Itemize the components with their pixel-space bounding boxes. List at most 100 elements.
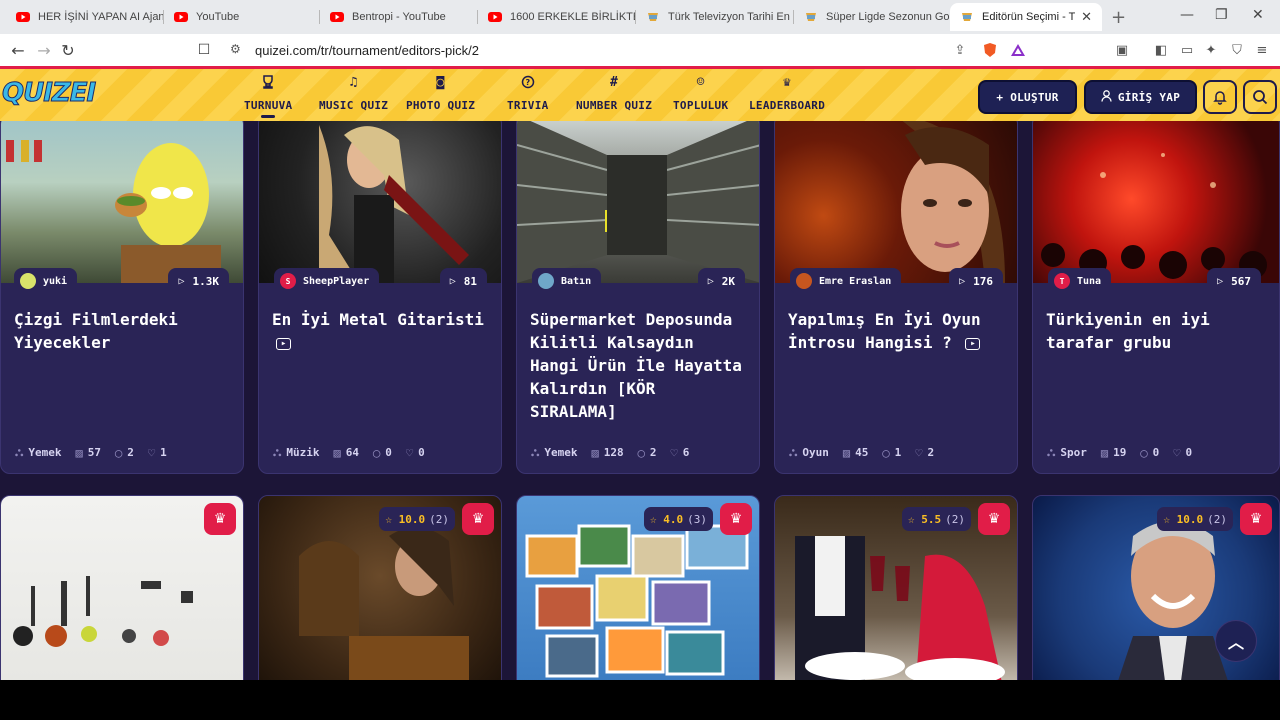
- author-pill[interactable]: Batın: [532, 268, 602, 294]
- reader-icon[interactable]: ▣: [1113, 41, 1131, 59]
- nav-trivia[interactable]: ? TRIVIA: [507, 75, 549, 112]
- site-logo[interactable]: QUIZEI: [1, 78, 96, 109]
- tab-title: Türk Televizyon Tarihi En İy: [668, 11, 794, 23]
- video-icon: ▶: [276, 337, 291, 350]
- create-button[interactable]: + OLUŞTUR: [978, 80, 1077, 114]
- share-icon[interactable]: ⇪: [951, 41, 969, 59]
- window-close-icon[interactable]: ✕: [1252, 7, 1264, 23]
- tab-title: Editörün Seçimi - Turn: [982, 11, 1075, 23]
- quiz-card[interactable]: yuki ▷ 1.3K Çizgi Filmlerdeki Yiyecekler …: [0, 121, 244, 474]
- author-pill[interactable]: Emre Eraslan: [790, 268, 902, 294]
- like-count: 0: [1185, 446, 1193, 459]
- black-bottom-strip: [0, 680, 1280, 720]
- quizei-icon: [648, 13, 658, 21]
- tab-title: YouTube: [196, 11, 240, 23]
- nav-music-quiz[interactable]: ♫ MUSIC QUIZ: [319, 75, 388, 112]
- leo-ai-icon[interactable]: ✦: [1202, 41, 1220, 59]
- quiz-card[interactable]: ☆ 4.0 (3) ♛: [516, 495, 760, 680]
- sidebar-icon[interactable]: ◧: [1152, 41, 1170, 59]
- forward-icon[interactable]: →: [33, 39, 55, 61]
- nav-number-quiz[interactable]: # NUMBER QUIZ: [576, 75, 652, 112]
- card-thumbnail: [517, 121, 759, 283]
- minimize-icon[interactable]: —: [1180, 7, 1194, 23]
- category-icon: ⛬: [789, 445, 798, 459]
- rating-badge: ☆ 4.0 (3): [644, 507, 713, 531]
- card-thumbnail: [1, 121, 243, 285]
- back-icon[interactable]: ←: [7, 39, 29, 61]
- video-icon: ▶: [965, 337, 981, 350]
- card-title[interactable]: Türkiyenin en iyi tarafar grubu: [1046, 308, 1266, 354]
- notifications-button[interactable]: [1203, 80, 1237, 114]
- nav-turnuva[interactable]: TURNUVA: [244, 75, 292, 118]
- nav-label: TRIVIA: [507, 99, 549, 112]
- search-icon: [1253, 90, 1268, 105]
- category-label[interactable]: Müzik: [286, 446, 319, 459]
- search-button[interactable]: [1243, 80, 1277, 114]
- nav-leaderboard[interactable]: ♛ LEADERBOARD: [749, 75, 825, 112]
- heart-icon[interactable]: ♡: [148, 446, 155, 460]
- close-tab-icon[interactable]: ✕: [1075, 9, 1092, 25]
- browser-tab[interactable]: HER İŞİNİ YAPAN AI Ajanı: [6, 3, 164, 31]
- quizei-icon: [962, 13, 972, 21]
- author-pill[interactable]: yuki: [14, 268, 78, 294]
- quiz-card[interactable]: S SheepPlayer ▷ 81 En İyi Metal Gitaristi…: [258, 121, 502, 474]
- music-icon: ♫: [349, 75, 358, 90]
- card-footer: ⛬ Müzik ▨ 64 ◯ 0 ♡ 0: [273, 445, 493, 460]
- category-label[interactable]: Spor: [1060, 446, 1087, 459]
- author-pill[interactable]: T Tuna: [1048, 268, 1112, 294]
- site-info-icon[interactable]: ⚙: [230, 42, 241, 56]
- play-count: ▷ 81: [439, 268, 487, 294]
- reload-icon[interactable]: ↻: [57, 39, 79, 61]
- browser-tab-active[interactable]: Editörün Seçimi - Turn ✕: [950, 3, 1102, 31]
- category-label[interactable]: Yemek: [28, 446, 61, 459]
- restore-icon[interactable]: ❐: [1215, 7, 1228, 23]
- play-count-value: 176: [973, 274, 993, 288]
- quiz-card[interactable]: Emre Eraslan ▷ 176 Yapılmış En İyi Oyun İ…: [774, 121, 1018, 474]
- like-count: 1: [160, 446, 167, 459]
- wallet-icon[interactable]: ▭: [1178, 41, 1196, 59]
- quiz-card[interactable]: ☆ 5.5 (2) ♛: [774, 495, 1018, 680]
- items-icon: ▨: [842, 445, 851, 460]
- browser-tab[interactable]: Bentropi - YouTube: [320, 3, 478, 31]
- rating-value: 4.0: [663, 512, 684, 526]
- heart-icon[interactable]: ♡: [915, 446, 922, 460]
- items-count: 45: [855, 446, 869, 459]
- new-tab-icon[interactable]: +: [1111, 7, 1126, 28]
- card-title[interactable]: Süpermarket Deposunda Kilitli Kalsaydın …: [530, 308, 750, 423]
- quiz-card[interactable]: ☆ 10.0 (2) ♛: [258, 495, 502, 680]
- browser-tab[interactable]: 1600 ERKEKLE BİRLİKTE Ö: [478, 3, 636, 31]
- browser-tab[interactable]: Süper Ligde Sezonun Golü: [794, 3, 950, 31]
- heart-icon[interactable]: ♡: [406, 446, 413, 460]
- card-title[interactable]: En İyi Metal Gitaristi ▶: [272, 308, 492, 354]
- play-count-value: 1.3K: [192, 274, 220, 288]
- browser-tab[interactable]: Türk Televizyon Tarihi En İy: [636, 3, 794, 31]
- quiz-card[interactable]: ♛: [0, 495, 244, 680]
- scroll-to-top-button[interactable]: ︿: [1215, 620, 1257, 662]
- quiz-card[interactable]: T Tuna ▷ 567 Türkiyenin en iyi tarafar gr…: [1032, 121, 1280, 474]
- comment-count: 0: [385, 446, 392, 459]
- bookmark-icon[interactable]: ☐: [193, 39, 215, 61]
- category-label[interactable]: Oyun: [802, 446, 829, 459]
- rewards-icon[interactable]: [1009, 41, 1027, 59]
- vpn-icon[interactable]: ⛉: [1228, 41, 1246, 59]
- play-count-value: 2K: [721, 274, 735, 288]
- login-button[interactable]: GİRİŞ YAP: [1084, 80, 1197, 114]
- brave-shield-icon[interactable]: [981, 41, 999, 59]
- items-count: 128: [603, 446, 624, 459]
- heart-icon[interactable]: ♡: [671, 446, 678, 460]
- rating-value: 5.5: [921, 512, 942, 526]
- browser-tab[interactable]: YouTube: [164, 3, 320, 31]
- comment-icon: ◯: [115, 445, 123, 460]
- category-label[interactable]: Yemek: [544, 446, 577, 459]
- author-pill[interactable]: S SheepPlayer: [274, 268, 380, 294]
- menu-icon[interactable]: ≡: [1253, 41, 1271, 59]
- bell-icon: [1213, 91, 1227, 105]
- nav-photo-quiz[interactable]: ◙ PHOTO QUIZ: [406, 75, 475, 112]
- nav-label: PHOTO QUIZ: [406, 99, 476, 112]
- card-title[interactable]: Çizgi Filmlerdeki Yiyecekler: [14, 308, 234, 354]
- address-bar[interactable]: ⚙ quizei.com/tr/tournament/editors-pick/…: [220, 37, 1038, 63]
- heart-icon[interactable]: ♡: [1173, 446, 1180, 460]
- card-title[interactable]: Yapılmış En İyi Oyun İntrosu Hangisi ? ▶: [788, 308, 1008, 354]
- nav-topluluk[interactable]: ☺ TOPLULUK: [673, 75, 728, 112]
- quiz-card[interactable]: Batın ▷ 2K Süpermarket Deposunda Kilitli …: [516, 121, 760, 474]
